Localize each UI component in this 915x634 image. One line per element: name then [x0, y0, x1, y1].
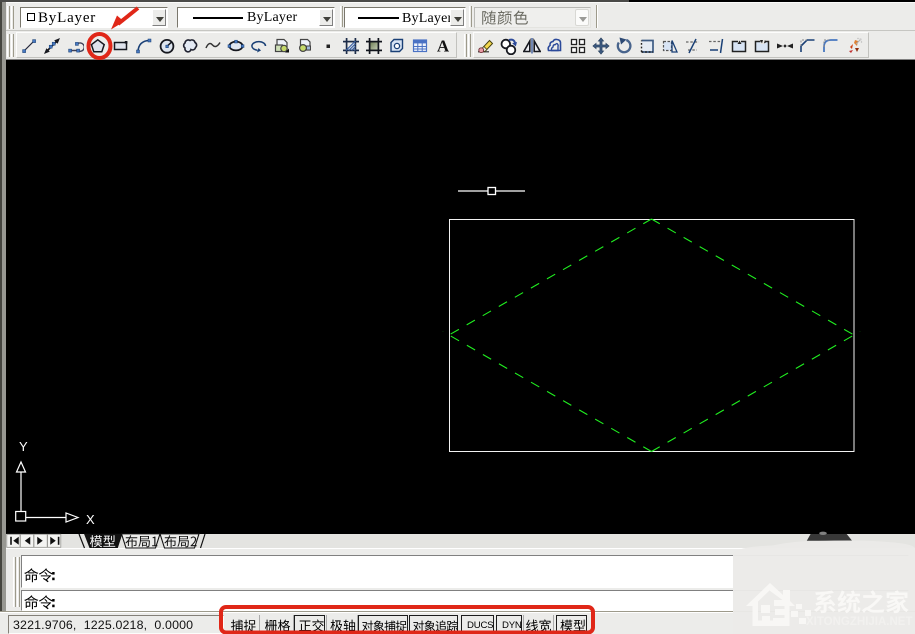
svg-text:X: X [86, 512, 95, 527]
svg-text:XITONGZHIJIA.NET: XITONGZHIJIA.NET [806, 616, 913, 628]
svg-text:Y: Y [19, 439, 28, 454]
